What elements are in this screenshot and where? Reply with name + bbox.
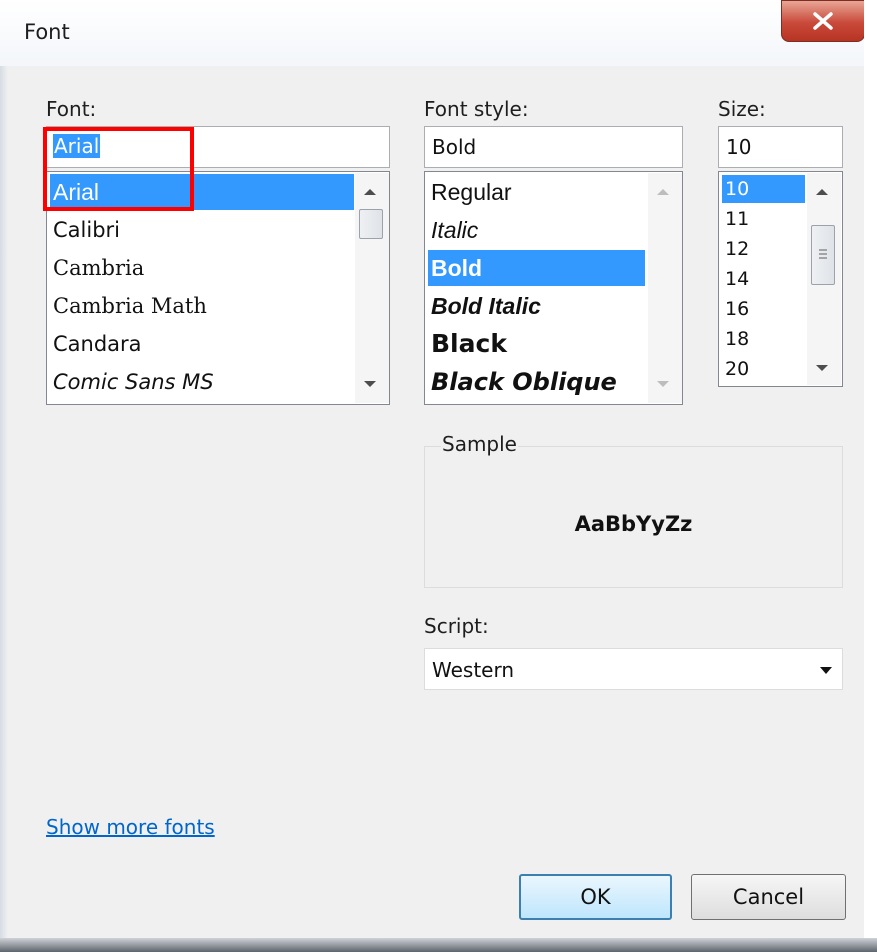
style-item-black[interactable]: Black	[428, 326, 507, 362]
font-style-value: Bold	[432, 135, 477, 159]
size-item-20[interactable]: 20	[722, 355, 749, 383]
ok-button[interactable]: OK	[519, 874, 672, 920]
close-button[interactable]	[781, 0, 865, 42]
show-more-fonts-link[interactable]: Show more fonts	[46, 815, 215, 839]
style-list-scrollbar[interactable]	[648, 173, 682, 403]
script-label: Script:	[424, 614, 489, 638]
font-label: Font:	[46, 97, 97, 121]
window-frame-bottom	[0, 938, 877, 952]
size-input[interactable]: 10	[718, 126, 843, 168]
scroll-down-icon[interactable]	[364, 381, 376, 387]
font-item-comic-sans[interactable]: Comic Sans MS	[50, 364, 214, 400]
title-bar: Font	[0, 0, 877, 66]
font-style-input[interactable]: Bold	[424, 126, 683, 168]
scroll-thumb[interactable]	[811, 225, 835, 285]
window-frame-left	[0, 66, 8, 938]
chevron-down-icon[interactable]	[820, 667, 832, 674]
window-frame-right	[864, 0, 877, 952]
size-item-18[interactable]: 18	[722, 325, 749, 353]
scroll-up-icon[interactable]	[816, 189, 828, 195]
style-item-bold[interactable]: Bold	[428, 250, 645, 286]
size-list-scrollbar[interactable]	[807, 173, 841, 385]
close-icon	[813, 12, 833, 30]
font-list-scrollbar[interactable]	[355, 173, 389, 403]
font-style-list[interactable]: Regular Italic Bold Bold Italic Black Bl…	[424, 171, 683, 405]
size-label: Size:	[718, 97, 766, 121]
annotation-highlight-box	[43, 127, 194, 211]
font-item-cambria-math[interactable]: Cambria Math	[50, 288, 207, 324]
dialog-title: Font	[24, 20, 70, 44]
sample-preview: AaBbYyZz	[574, 512, 693, 536]
style-item-italic[interactable]: Italic	[428, 212, 478, 248]
font-style-label: Font style:	[424, 97, 529, 121]
size-item-14[interactable]: 14	[722, 265, 749, 293]
style-item-black-oblique[interactable]: Black Oblique	[428, 364, 617, 400]
size-item-11[interactable]: 11	[722, 205, 749, 233]
font-item-candara[interactable]: Candara	[50, 326, 142, 362]
size-item-16[interactable]: 16	[722, 295, 749, 323]
size-item-12[interactable]: 12	[722, 235, 749, 263]
scroll-thumb[interactable]	[359, 209, 383, 239]
sample-label: Sample	[441, 432, 518, 456]
font-item-calibri[interactable]: Calibri	[50, 212, 120, 248]
style-item-regular[interactable]: Regular	[428, 174, 512, 210]
scroll-down-icon[interactable]	[657, 381, 669, 387]
script-value: Western	[432, 658, 515, 682]
font-dialog: Font Font: Arial Arial Calibri Cambria C…	[0, 0, 877, 952]
scroll-down-icon[interactable]	[816, 365, 828, 371]
cancel-button[interactable]: Cancel	[691, 874, 846, 920]
size-value: 10	[726, 135, 752, 159]
scroll-up-icon[interactable]	[364, 189, 376, 195]
size-item-10[interactable]: 10	[722, 175, 805, 203]
grip-icon	[819, 249, 827, 259]
scroll-up-icon[interactable]	[657, 189, 669, 195]
script-dropdown[interactable]: Western	[424, 648, 843, 690]
size-list[interactable]: 10 11 12 14 16 18 20	[718, 171, 843, 387]
font-item-cambria[interactable]: Cambria	[50, 250, 144, 286]
style-item-bold-italic[interactable]: Bold Italic	[428, 288, 541, 324]
